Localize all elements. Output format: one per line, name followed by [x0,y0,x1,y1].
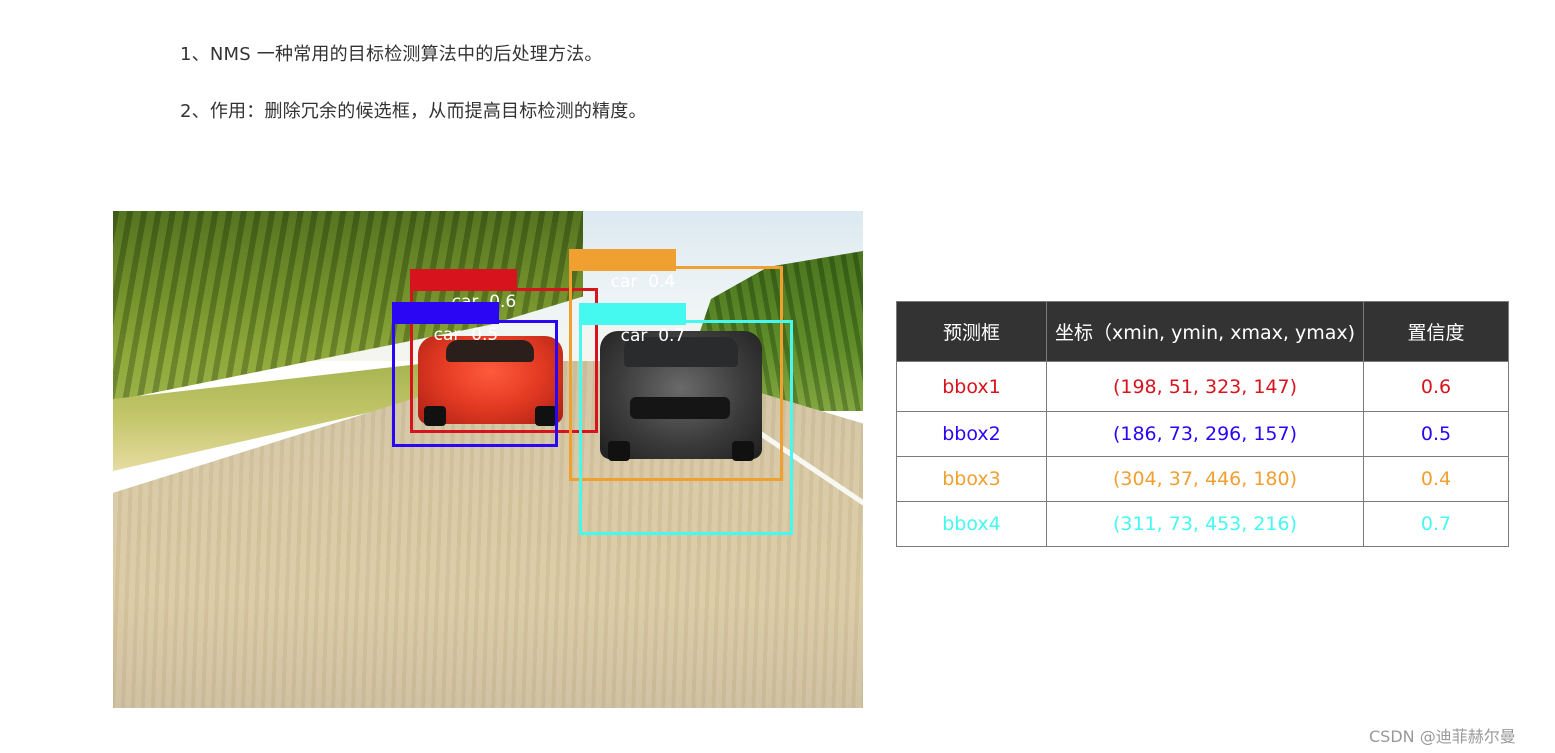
csdn-watermark: CSDN @迪菲赫尔曼 [1369,727,1516,746]
header-confidence: 置信度 [1363,301,1509,362]
bbox4-tag: car 0.7 [579,303,686,346]
row-name: bbox3 [896,456,1047,502]
bbox2-tag: car 0.5 [392,302,499,345]
table-row: bbox4 (311, 73, 453, 216) 0.7 [896,501,1509,547]
row-name: bbox4 [896,501,1047,547]
row-coords: (311, 73, 453, 216) [1046,501,1364,547]
row-name: bbox1 [896,361,1047,412]
header-coords: 坐标（xmin, ymin, xmax, ymax) [1046,301,1364,362]
bbox1-tag: car 0.6 [410,269,517,312]
bbox3-tag: car 0.4 [569,249,676,292]
detection-photo: car 0.6 car 0.5 car 0.4 car 0.7 [113,211,863,708]
row-score: 0.7 [1363,501,1509,547]
bbox2-tag-label: car [433,325,461,345]
table-row: bbox2 (186, 73, 296, 157) 0.5 [896,411,1509,457]
bbox3-tag-score: 0.4 [648,272,676,292]
table-row: bbox3 (304, 37, 446, 180) 0.4 [896,456,1509,502]
table-header-row: 预测框 坐标（xmin, ymin, xmax, ymax) 置信度 [896,301,1509,362]
bbox4-rect [579,320,793,535]
intro-line-1: 1、NMS 一种常用的目标检测算法中的后处理方法。 [180,44,603,65]
row-coords: (186, 73, 296, 157) [1046,411,1364,457]
row-coords: (304, 37, 446, 180) [1046,456,1364,502]
row-coords: (198, 51, 323, 147) [1046,361,1364,412]
bbox3-tag-label: car [610,272,638,292]
row-score: 0.5 [1363,411,1509,457]
intro-line-2: 2、作用：删除冗余的候选框，从而提高目标检测的精度。 [180,101,647,122]
bbox4-tag-score: 0.7 [658,326,686,346]
row-name: bbox2 [896,411,1047,457]
table-row: bbox1 (198, 51, 323, 147) 0.6 [896,361,1509,412]
row-score: 0.4 [1363,456,1509,502]
row-score: 0.6 [1363,361,1509,412]
header-bbox: 预测框 [896,301,1047,362]
bbox4-tag-label: car [620,326,648,346]
bbox-table: 预测框 坐标（xmin, ymin, xmax, ymax) 置信度 bbox1… [896,301,1509,547]
bbox2-tag-score: 0.5 [471,325,499,345]
